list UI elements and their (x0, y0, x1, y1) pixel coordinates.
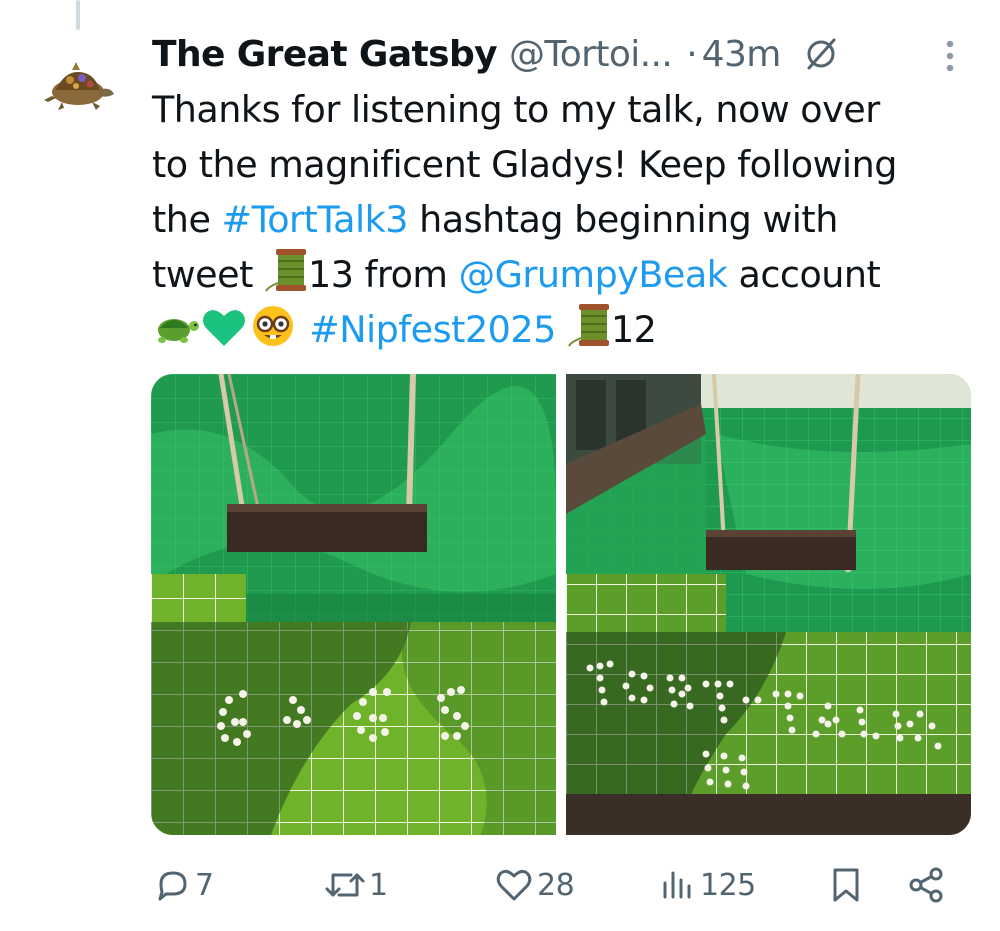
tweet-text-line: Thanks for listening to my talk, now ove… (152, 82, 982, 137)
media-photo-2[interactable] (566, 374, 971, 835)
tweet-header: The Great Gatsby @Tortoi... · 43m (152, 28, 972, 80)
spool-of-thread-icon (265, 249, 306, 292)
hashtag-link-nipfest2025[interactable]: #Nipfest2025 (309, 308, 556, 351)
tweet-text-line: #Nipfest2025 12 (152, 302, 982, 357)
muted-conversation-icon[interactable] (803, 36, 839, 72)
photo-swing-pool-gigs-icon (151, 374, 556, 835)
tweet-text-segment: to the magnificent Gladys! Keep followin… (152, 143, 897, 186)
share-button[interactable] (907, 862, 945, 908)
repost-icon (325, 873, 365, 897)
avatar[interactable] (38, 56, 118, 112)
author-handle[interactable]: @Tortoi... (509, 34, 673, 75)
tweet-text-segment: Thanks for listening to my talk, now ove… (152, 88, 880, 131)
reply-icon (158, 871, 187, 901)
tweet-body: Thanks for listening to my talk, now ove… (152, 82, 982, 357)
views-count: 125 (700, 867, 756, 903)
reply-count: 7 (195, 867, 214, 903)
green-heart-icon (203, 310, 245, 346)
tweet-text-line: tweet 13 from @GrumpyBeak account (152, 247, 982, 302)
repost-count: 1 (369, 867, 388, 903)
tweet-text-line: to the magnificent Gladys! Keep followin… (152, 137, 982, 192)
like-button[interactable]: 28 (495, 862, 575, 908)
nerd-face-icon (253, 306, 293, 346)
media-grid (151, 374, 971, 835)
turtle-icon (158, 319, 199, 343)
media-photo-1[interactable] (151, 374, 556, 835)
hashtag-link-torttalk3[interactable]: #TortTalk3 (222, 198, 409, 241)
bookmark-icon (833, 868, 859, 902)
author-name[interactable]: The Great Gatsby (152, 34, 498, 75)
tweet-text-segment: account (727, 253, 881, 296)
separator-dot: · (686, 33, 698, 75)
tweet-text-line: the #TortTalk3 hashtag beginning with (152, 192, 982, 247)
spool-of-thread-icon (568, 304, 609, 347)
tweet-text-segment: 13 from (308, 253, 459, 296)
tweet-text-segment: 12 (610, 308, 657, 351)
bookmark-button[interactable] (830, 862, 862, 908)
reply-button[interactable]: 7 (155, 862, 214, 908)
thread-connector-line (76, 0, 80, 30)
views-button[interactable]: 125 (660, 862, 756, 908)
tortoise-avatar-icon (44, 62, 114, 110)
analytics-bar-chart-icon (663, 871, 691, 899)
share-icon (909, 867, 943, 903)
heart-icon (496, 869, 532, 901)
like-count: 28 (537, 867, 575, 903)
more-options-icon[interactable] (944, 38, 956, 74)
tweet-text-segment: the (152, 198, 222, 241)
tweet-text-segment: hashtag beginning with (407, 198, 838, 241)
mention-link-grumpybeak[interactable]: @GrumpyBeak (459, 253, 728, 296)
repost-button[interactable]: 1 (325, 862, 388, 908)
timestamp[interactable]: 43m (702, 34, 782, 75)
photo-swing-pool-torttalk-icon (566, 374, 971, 835)
tweet-text-segment: tweet (152, 253, 264, 296)
tweet-actions-bar: 7 1 28 125 (155, 862, 955, 908)
